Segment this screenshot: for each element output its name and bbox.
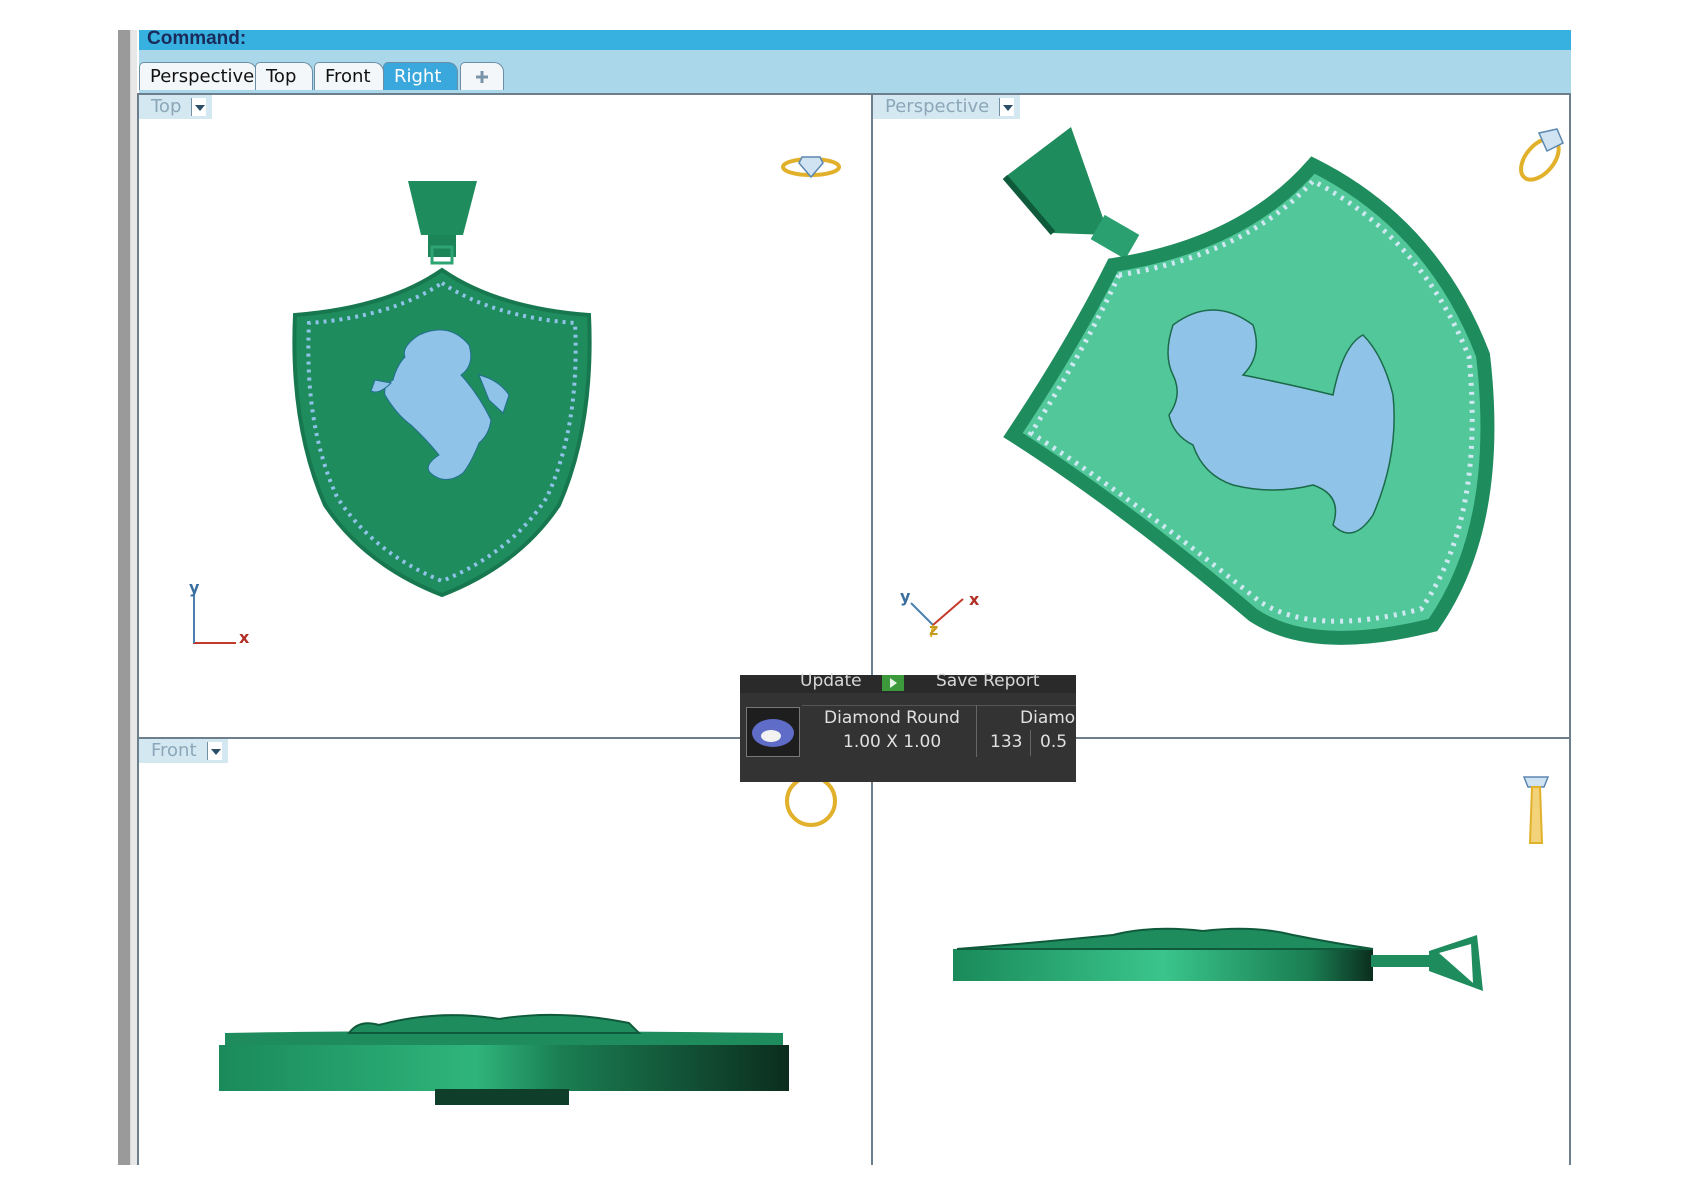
ring-side-icon — [1522, 776, 1550, 844]
gem-type-cell-partial: Diamo — [1020, 708, 1076, 728]
y-axis-label-persp: y — [900, 587, 911, 606]
run-arrow-icon[interactable] — [882, 675, 904, 691]
front-view-model — [219, 775, 837, 1105]
window-edge — [118, 30, 132, 1165]
tab-top[interactable]: Top — [255, 62, 313, 90]
tab-perspective[interactable]: Perspective — [139, 62, 257, 90]
x-axis-label: x — [239, 628, 250, 647]
ring-gem-icon — [781, 156, 841, 179]
plus-icon — [476, 71, 488, 83]
right-view-model — [953, 776, 1550, 991]
viewport-top[interactable]: Top y x — [137, 93, 873, 739]
y-axis-label: y — [189, 578, 200, 597]
gem-report-panel: Update Save Report Diamond Round 1.00 X … — [740, 671, 1076, 782]
gem-count-cell: 133 — [990, 732, 1023, 752]
viewport-tab-bar: Perspective Top Front Right — [139, 50, 1571, 93]
z-axis-label-persp: z — [929, 620, 939, 639]
x-axis-label-persp: x — [969, 590, 980, 609]
gem-size-cell: 1.00 X 1.00 — [843, 732, 942, 752]
tab-right[interactable]: Right — [383, 62, 458, 90]
viewport-perspective[interactable]: Perspective y x z — [871, 93, 1571, 739]
tab-front[interactable]: Front — [314, 62, 384, 90]
gem-weight-cell-partial: 0.5 — [1040, 732, 1068, 752]
save-report-button[interactable]: Save Report — [936, 671, 1040, 691]
command-label: Command: — [147, 28, 247, 49]
viewport-front[interactable]: Front — [137, 737, 873, 1165]
ring-perspective-icon — [1519, 128, 1564, 182]
command-bar[interactable]: Command: — [139, 28, 1571, 50]
update-button[interactable]: Update — [800, 671, 862, 691]
viewport-right[interactable] — [871, 737, 1571, 1165]
gem-name-cell: Diamond Round — [824, 708, 960, 728]
diamond-thumbnail — [746, 707, 800, 757]
round-diamond-icon — [752, 719, 794, 747]
add-tab-button[interactable] — [460, 62, 504, 90]
ring-front-icon — [785, 775, 837, 827]
